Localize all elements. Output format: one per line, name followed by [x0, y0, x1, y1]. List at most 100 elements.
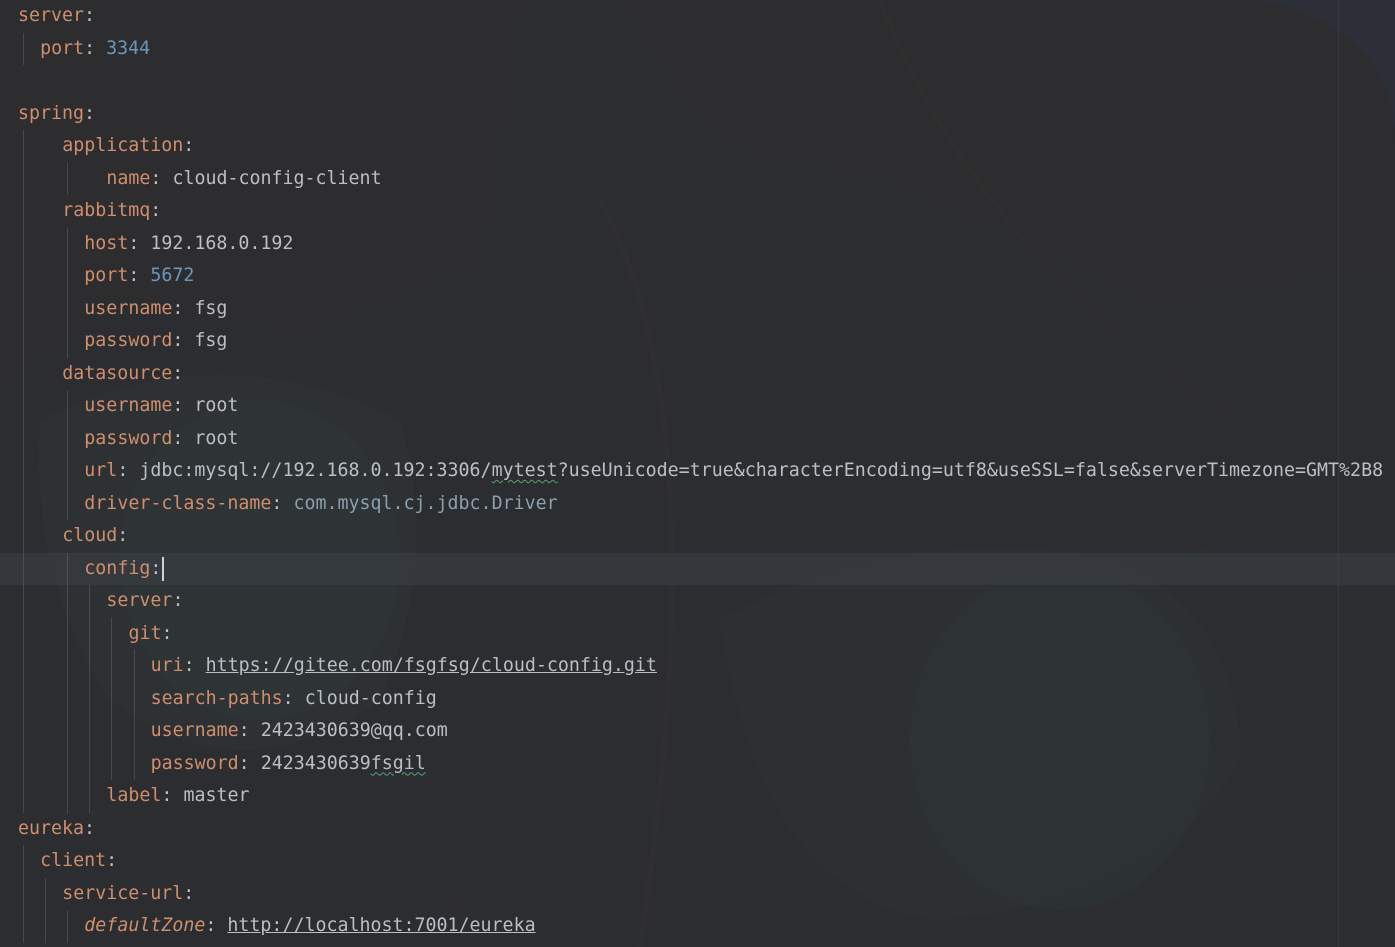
- code-line[interactable]: driver-class-name: com.mysql.cj.jdbc.Dri…: [0, 488, 1395, 521]
- yaml-link-value[interactable]: https://gitee.com/fsgfsg/cloud-config.gi…: [206, 655, 657, 676]
- yaml-colon: :: [150, 200, 162, 221]
- yaml-key: name: [106, 167, 151, 189]
- yaml-colon: :: [172, 590, 184, 611]
- yaml-key: server: [18, 5, 85, 26]
- code-line[interactable]: uri: https://gitee.com/fsgfsg/cloud-conf…: [0, 650, 1395, 683]
- yaml-key: label: [106, 785, 162, 806]
- code-line[interactable]: password: root: [0, 423, 1395, 456]
- code-line[interactable]: datasource:: [0, 358, 1395, 391]
- yaml-key: datasource: [62, 362, 173, 384]
- yaml-key: spring: [18, 102, 85, 124]
- indent-guide: [67, 910, 69, 943]
- yaml-key: password: [150, 752, 239, 774]
- yaml-key: search-paths: [150, 687, 283, 709]
- code-line[interactable]: server:: [0, 0, 1395, 33]
- code-line[interactable]: port: 3344: [0, 33, 1395, 66]
- code-line[interactable]: name: cloud-config-client: [0, 163, 1395, 196]
- indent-guide: [45, 877, 47, 943]
- code-line[interactable]: spring:: [0, 98, 1395, 131]
- yaml-value: 5672: [150, 265, 195, 286]
- code-line[interactable]: url: jdbc:mysql://192.168.0.192:3306/myt…: [0, 455, 1395, 488]
- yaml-colon: :: [128, 232, 140, 254]
- yaml-colon: :: [238, 720, 250, 741]
- yaml-colon: :: [150, 557, 162, 579]
- yaml-colon: :: [282, 687, 294, 709]
- yaml-colon: :: [183, 135, 195, 156]
- yaml-colon: :: [172, 427, 184, 449]
- yaml-key: port: [40, 37, 85, 59]
- yaml-colon: :: [271, 492, 283, 514]
- code-editor[interactable]: server: port: 3344 spring: application: name…: [0, 0, 1395, 947]
- yaml-link-value[interactable]: http://localhost:7001/eureka: [227, 915, 535, 936]
- code-line[interactable]: username: fsg: [0, 293, 1395, 326]
- yaml-value: 3344: [106, 37, 151, 59]
- yaml-colon: :: [161, 622, 173, 644]
- yaml-class-name: Driver: [491, 492, 558, 514]
- code-line[interactable]: service-url:: [0, 878, 1395, 911]
- yaml-value: 192.168.0.192: [150, 232, 294, 254]
- code-line[interactable]: host: 192.168.0.192: [0, 228, 1395, 261]
- yaml-colon: :: [172, 395, 184, 416]
- yaml-value: 2423430639@qq.com: [260, 720, 448, 741]
- indent-guide: [23, 130, 24, 813]
- code-line[interactable]: label: master: [0, 780, 1395, 813]
- code-line[interactable]: cloud:: [0, 520, 1395, 553]
- code-line[interactable]: git:: [0, 618, 1395, 651]
- yaml-colon: :: [117, 460, 129, 481]
- yaml-colon: :: [172, 297, 184, 319]
- yaml-key: rabbitmq: [62, 200, 151, 221]
- yaml-value: root: [194, 395, 239, 416]
- code-line[interactable]: [0, 65, 1395, 98]
- code-line[interactable]: username: 2423430639@qq.com: [0, 715, 1395, 748]
- indent-guide: [23, 845, 24, 943]
- indent-guide: [133, 650, 135, 780]
- yaml-key: password: [84, 330, 173, 351]
- yaml-colon: :: [205, 915, 217, 936]
- yaml-key: uri: [150, 655, 184, 676]
- code-line[interactable]: password: 2423430639fsgil: [0, 748, 1395, 781]
- code-line[interactable]: server:: [0, 585, 1395, 618]
- yaml-value-part: ?useUnicode=true&characterEncoding=utf8&…: [557, 460, 1384, 481]
- yaml-value: cloud-config-client: [172, 167, 382, 189]
- yaml-key: server: [106, 590, 173, 611]
- indent-guide: [67, 227, 69, 358]
- yaml-value-part: 2423430639: [260, 752, 371, 774]
- code-line[interactable]: password: fsg: [0, 325, 1395, 358]
- yaml-colon: :: [161, 785, 173, 806]
- code-line[interactable]: defaultZone: http://localhost:7001/eurek…: [0, 910, 1395, 943]
- indent-guide: [67, 162, 69, 195]
- code-line[interactable]: username: root: [0, 390, 1395, 423]
- yaml-colon: :: [106, 850, 118, 871]
- code-line[interactable]: search-paths: cloud-config: [0, 683, 1395, 716]
- yaml-key: username: [84, 395, 173, 416]
- yaml-key: driver-class-name: [84, 492, 272, 514]
- yaml-value: fsg: [194, 297, 228, 319]
- yaml-key: cloud: [62, 525, 118, 546]
- yaml-class-package: com.mysql.cj.jdbc.: [293, 492, 492, 514]
- yaml-colon: :: [150, 167, 162, 189]
- yaml-key: defaultZone: [84, 915, 206, 936]
- code-line[interactable]: client:: [0, 845, 1395, 878]
- yaml-key: username: [84, 297, 173, 319]
- indent-guide: [89, 585, 91, 813]
- yaml-value: fsg: [194, 330, 228, 351]
- yaml-colon: :: [84, 5, 96, 26]
- code-line[interactable]: application:: [0, 130, 1395, 163]
- code-line[interactable]: port: 5672: [0, 260, 1395, 293]
- yaml-key: application: [62, 135, 184, 156]
- yaml-colon: :: [117, 525, 129, 546]
- yaml-value: cloud-config: [304, 687, 437, 709]
- yaml-key: client: [40, 850, 107, 871]
- code-line[interactable]: rabbitmq:: [0, 195, 1395, 228]
- code-line[interactable]: config:: [0, 552, 1395, 585]
- yaml-colon: :: [172, 362, 184, 384]
- yaml-key: git: [128, 622, 162, 644]
- yaml-key: url: [84, 460, 118, 481]
- yaml-key: host: [84, 232, 129, 254]
- yaml-key: service-url: [62, 882, 184, 904]
- indent-guide: [23, 32, 24, 65]
- yaml-key: eureka: [18, 817, 85, 839]
- spellcheck-warning: mytest: [491, 460, 558, 481]
- code-line[interactable]: eureka:: [0, 813, 1395, 846]
- yaml-key: password: [84, 427, 173, 449]
